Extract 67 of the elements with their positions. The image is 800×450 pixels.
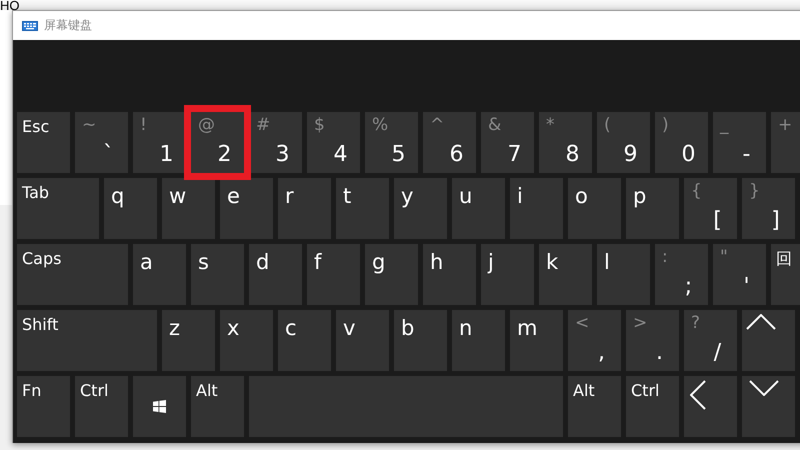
key[interactable]: _ - — [713, 112, 766, 173]
key[interactable]: : ; — [655, 244, 708, 305]
keyboard-icon — [22, 20, 38, 30]
key[interactable]: { [ — [684, 178, 737, 239]
key[interactable]: Esc — [17, 112, 70, 173]
key[interactable]: 回 — [771, 244, 800, 305]
key[interactable]: o — [568, 178, 621, 239]
key[interactable]: ( 9 — [597, 112, 650, 173]
key[interactable]: y — [394, 178, 447, 239]
key[interactable]: ! 1 — [133, 112, 186, 173]
key[interactable]: l — [597, 244, 650, 305]
key[interactable]: w — [162, 178, 215, 239]
chevron-up-icon — [746, 314, 776, 330]
key[interactable]: < , — [568, 310, 621, 371]
background-text: HO — [0, 0, 20, 12]
key[interactable]: } ] — [742, 178, 795, 239]
key[interactable]: Ctrl — [75, 376, 128, 437]
key[interactable]: n — [452, 310, 505, 371]
key[interactable]: % 5 — [365, 112, 418, 173]
window-title: 屏幕键盘 — [44, 17, 92, 34]
key[interactable]: q — [104, 178, 157, 239]
key[interactable]: ^ 6 — [423, 112, 476, 173]
key[interactable]: t — [336, 178, 389, 239]
key[interactable]: c — [278, 310, 331, 371]
key[interactable]: Fn — [17, 376, 70, 437]
key[interactable]: > . — [626, 310, 679, 371]
key[interactable]: Alt — [191, 376, 244, 437]
key[interactable]: * 8 — [539, 112, 592, 173]
key[interactable] — [684, 376, 737, 437]
windows-logo-icon — [153, 400, 166, 413]
chevron-down-icon — [749, 380, 779, 396]
key[interactable]: b — [394, 310, 447, 371]
key[interactable] — [742, 310, 795, 371]
key[interactable]: # 3 — [249, 112, 302, 173]
key[interactable]: ~ ` — [75, 112, 128, 173]
key[interactable]: Alt — [568, 376, 621, 437]
key[interactable]: e — [220, 178, 273, 239]
key[interactable]: ) 0 — [655, 112, 708, 173]
key[interactable]: Tab — [17, 178, 99, 239]
key[interactable]: f — [307, 244, 360, 305]
key[interactable]: k — [539, 244, 592, 305]
key[interactable] — [133, 376, 186, 437]
key[interactable]: Ctrl — [626, 376, 679, 437]
key[interactable]: & 7 — [481, 112, 534, 173]
chevron-left-icon — [690, 380, 706, 410]
key[interactable]: r — [278, 178, 331, 239]
key[interactable]: a — [133, 244, 186, 305]
key[interactable]: Shift — [17, 310, 157, 371]
key[interactable]: z — [162, 310, 215, 371]
key[interactable]: + — [771, 112, 800, 173]
key[interactable]: ? / — [684, 310, 737, 371]
key[interactable] — [742, 376, 795, 437]
key[interactable]: $ 4 — [307, 112, 360, 173]
key[interactable]: u — [452, 178, 505, 239]
key[interactable]: h — [423, 244, 476, 305]
key[interactable]: m — [510, 310, 563, 371]
key[interactable]: " ' — [713, 244, 766, 305]
key[interactable]: v — [336, 310, 389, 371]
key[interactable]: i — [510, 178, 563, 239]
key[interactable]: x — [220, 310, 273, 371]
key[interactable]: s — [191, 244, 244, 305]
key[interactable]: Caps — [17, 244, 128, 305]
key[interactable]: g — [365, 244, 418, 305]
key[interactable]: @ 2 — [191, 112, 244, 173]
key[interactable]: d — [249, 244, 302, 305]
key[interactable]: p — [626, 178, 679, 239]
key[interactable]: j — [481, 244, 534, 305]
